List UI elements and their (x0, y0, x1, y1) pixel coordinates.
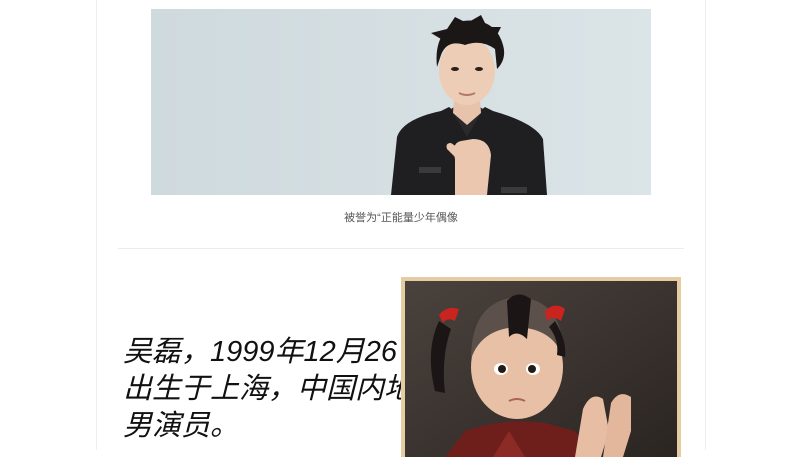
hero-portrait-image (151, 9, 651, 195)
bio-line-1: 吴磊，1999年12月26日 (123, 336, 427, 368)
section-divider (118, 248, 684, 249)
child-actor-image (405, 281, 677, 457)
hero-caption: 被誉为“正能量少年偶像 (344, 212, 458, 224)
bio-line-3: 男演员。 (123, 410, 240, 442)
bio-line-2: 出生于上海，中国内地 (123, 373, 414, 405)
bio-heading: 吴磊，1999年12月26日 出生于上海，中国内地 男演员。 (123, 334, 427, 445)
child-photo-frame (401, 277, 681, 457)
article-column: 被誉为“正能量少年偶像 吴磊，1999年12月26日 出生于上海，中国内地 男演… (96, 0, 706, 457)
